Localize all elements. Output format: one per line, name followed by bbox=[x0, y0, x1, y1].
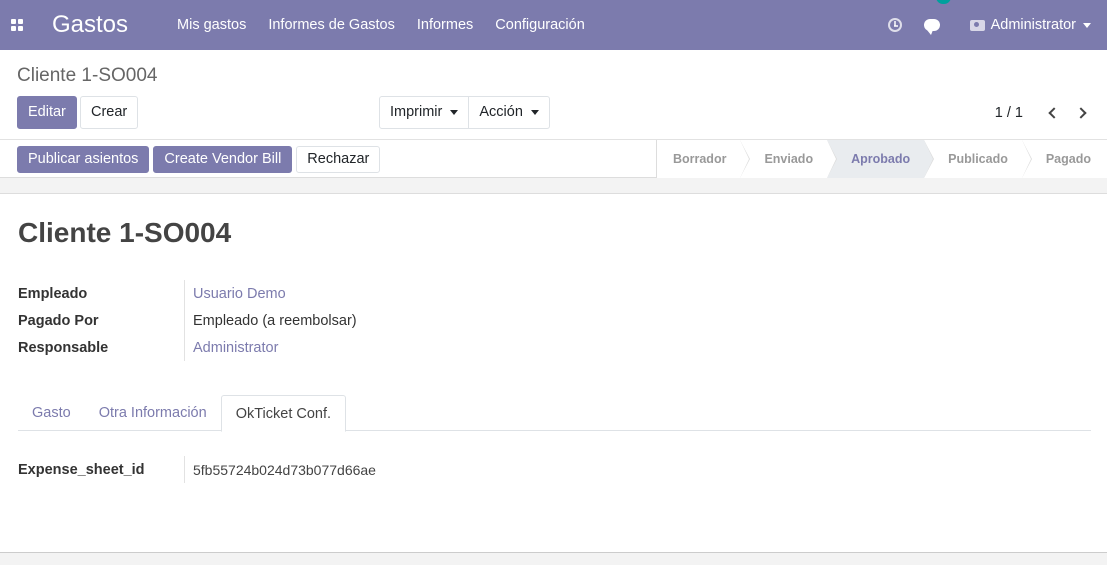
tab-gasto[interactable]: Gasto bbox=[18, 395, 85, 431]
statusbar-buttons: Publicar asientos Create Vendor Bill Rec… bbox=[17, 146, 384, 173]
post-entries-button[interactable]: Publicar asientos bbox=[17, 146, 150, 173]
create-button[interactable]: Crear bbox=[80, 96, 139, 129]
reject-button[interactable]: Rechazar bbox=[296, 146, 381, 173]
user-avatar-icon bbox=[969, 19, 985, 31]
stage-enviado: Enviado bbox=[740, 140, 837, 178]
print-label: Imprimir bbox=[390, 104, 443, 120]
pager: 1 / 1 bbox=[995, 96, 1097, 129]
menu-item-informes[interactable]: Informes bbox=[406, 0, 484, 50]
chevron-left-icon bbox=[1047, 106, 1060, 119]
navbar-systray: 4 Administrator bbox=[887, 0, 1107, 50]
main-fields: Empleado Usuario Demo Pagado Por Emplead… bbox=[18, 280, 357, 361]
tab-content: Expense_sheet_id 5fb55724b024d73b077d66a… bbox=[18, 456, 376, 483]
notebook-tabs: Gasto Otra Información OkTicket Conf. bbox=[18, 395, 1091, 432]
menu-item-informes-de-gastos[interactable]: Informes de Gastos bbox=[257, 0, 406, 50]
activity-button[interactable] bbox=[887, 0, 924, 50]
employee-link[interactable]: Usuario Demo bbox=[193, 286, 286, 302]
sidebar-actions: Imprimir Acción bbox=[379, 96, 550, 129]
control-panel: Cliente 1-SO004 Editar Crear Imprimir Ac… bbox=[0, 50, 1107, 140]
breadcrumb: Cliente 1-SO004 bbox=[17, 65, 158, 86]
stage-pagado: Pagado bbox=[1021, 140, 1107, 178]
top-navbar: Gastos Mis gastos Informes de Gastos Inf… bbox=[0, 0, 1107, 50]
field-responsable: Responsable Administrator bbox=[18, 334, 357, 361]
form-statusbar: Publicar asientos Create Vendor Bill Rec… bbox=[0, 140, 1107, 178]
menu-item-mis-gastos[interactable]: Mis gastos bbox=[166, 0, 257, 50]
user-menu[interactable]: Administrator bbox=[969, 0, 1107, 50]
messages-count-badge: 4 bbox=[935, 0, 952, 4]
menu-item-configuracion[interactable]: Configuración bbox=[484, 0, 595, 50]
action-label: Acción bbox=[479, 104, 523, 120]
edit-button[interactable]: Editar bbox=[17, 96, 77, 129]
action-dropdown[interactable]: Acción bbox=[469, 96, 550, 129]
caret-down-icon bbox=[1083, 22, 1091, 28]
tab-okticket-conf[interactable]: OkTicket Conf. bbox=[220, 395, 347, 432]
field-pagado-por: Pagado Por Empleado (a reembolsar) bbox=[18, 307, 357, 334]
chevron-right-icon bbox=[1074, 106, 1087, 119]
responsible-link[interactable]: Administrator bbox=[193, 340, 278, 356]
caret-down-icon bbox=[530, 109, 539, 115]
expense-sheet-id-value: 5fb55724b024d73b077d66ae bbox=[193, 461, 376, 478]
pager-previous-button[interactable] bbox=[1037, 96, 1067, 129]
pager-next-button[interactable] bbox=[1067, 96, 1097, 129]
field-expense-sheet-id: Expense_sheet_id 5fb55724b024d73b077d66a… bbox=[18, 456, 376, 483]
field-empleado: Empleado Usuario Demo bbox=[18, 280, 357, 307]
print-dropdown[interactable]: Imprimir bbox=[379, 96, 470, 129]
stage-publicado: Publicado bbox=[924, 140, 1032, 178]
tab-otra-informacion[interactable]: Otra Información bbox=[85, 395, 221, 431]
stage-borrador: Borrador bbox=[656, 140, 751, 178]
app-brand[interactable]: Gastos bbox=[52, 11, 128, 39]
create-vendor-bill-button[interactable]: Create Vendor Bill bbox=[153, 146, 293, 173]
chat-icon bbox=[923, 19, 940, 35]
user-name: Administrator bbox=[990, 17, 1076, 33]
field-label: Responsable bbox=[18, 339, 109, 356]
field-label: Pagado Por bbox=[18, 312, 99, 329]
field-label: Expense_sheet_id bbox=[18, 461, 145, 478]
caret-down-icon bbox=[450, 109, 459, 115]
messaging-button[interactable]: 4 bbox=[923, 0, 952, 50]
form-sheet: Cliente 1-SO004 Empleado Usuario Demo Pa… bbox=[0, 193, 1107, 553]
status-stages: Borrador Enviado Aprobado Publicado Paga… bbox=[655, 140, 1107, 178]
record-title: Cliente 1-SO004 bbox=[18, 217, 232, 248]
stage-aprobado: Aprobado bbox=[827, 140, 935, 178]
main-menu: Mis gastos Informes de Gastos Informes C… bbox=[166, 0, 596, 50]
pager-value[interactable]: 1 / 1 bbox=[995, 105, 1023, 121]
paid-by-value: Empleado (a reembolsar) bbox=[193, 312, 357, 329]
apps-menu-icon[interactable] bbox=[0, 0, 34, 50]
field-label: Empleado bbox=[18, 285, 88, 302]
clock-icon bbox=[887, 18, 902, 32]
